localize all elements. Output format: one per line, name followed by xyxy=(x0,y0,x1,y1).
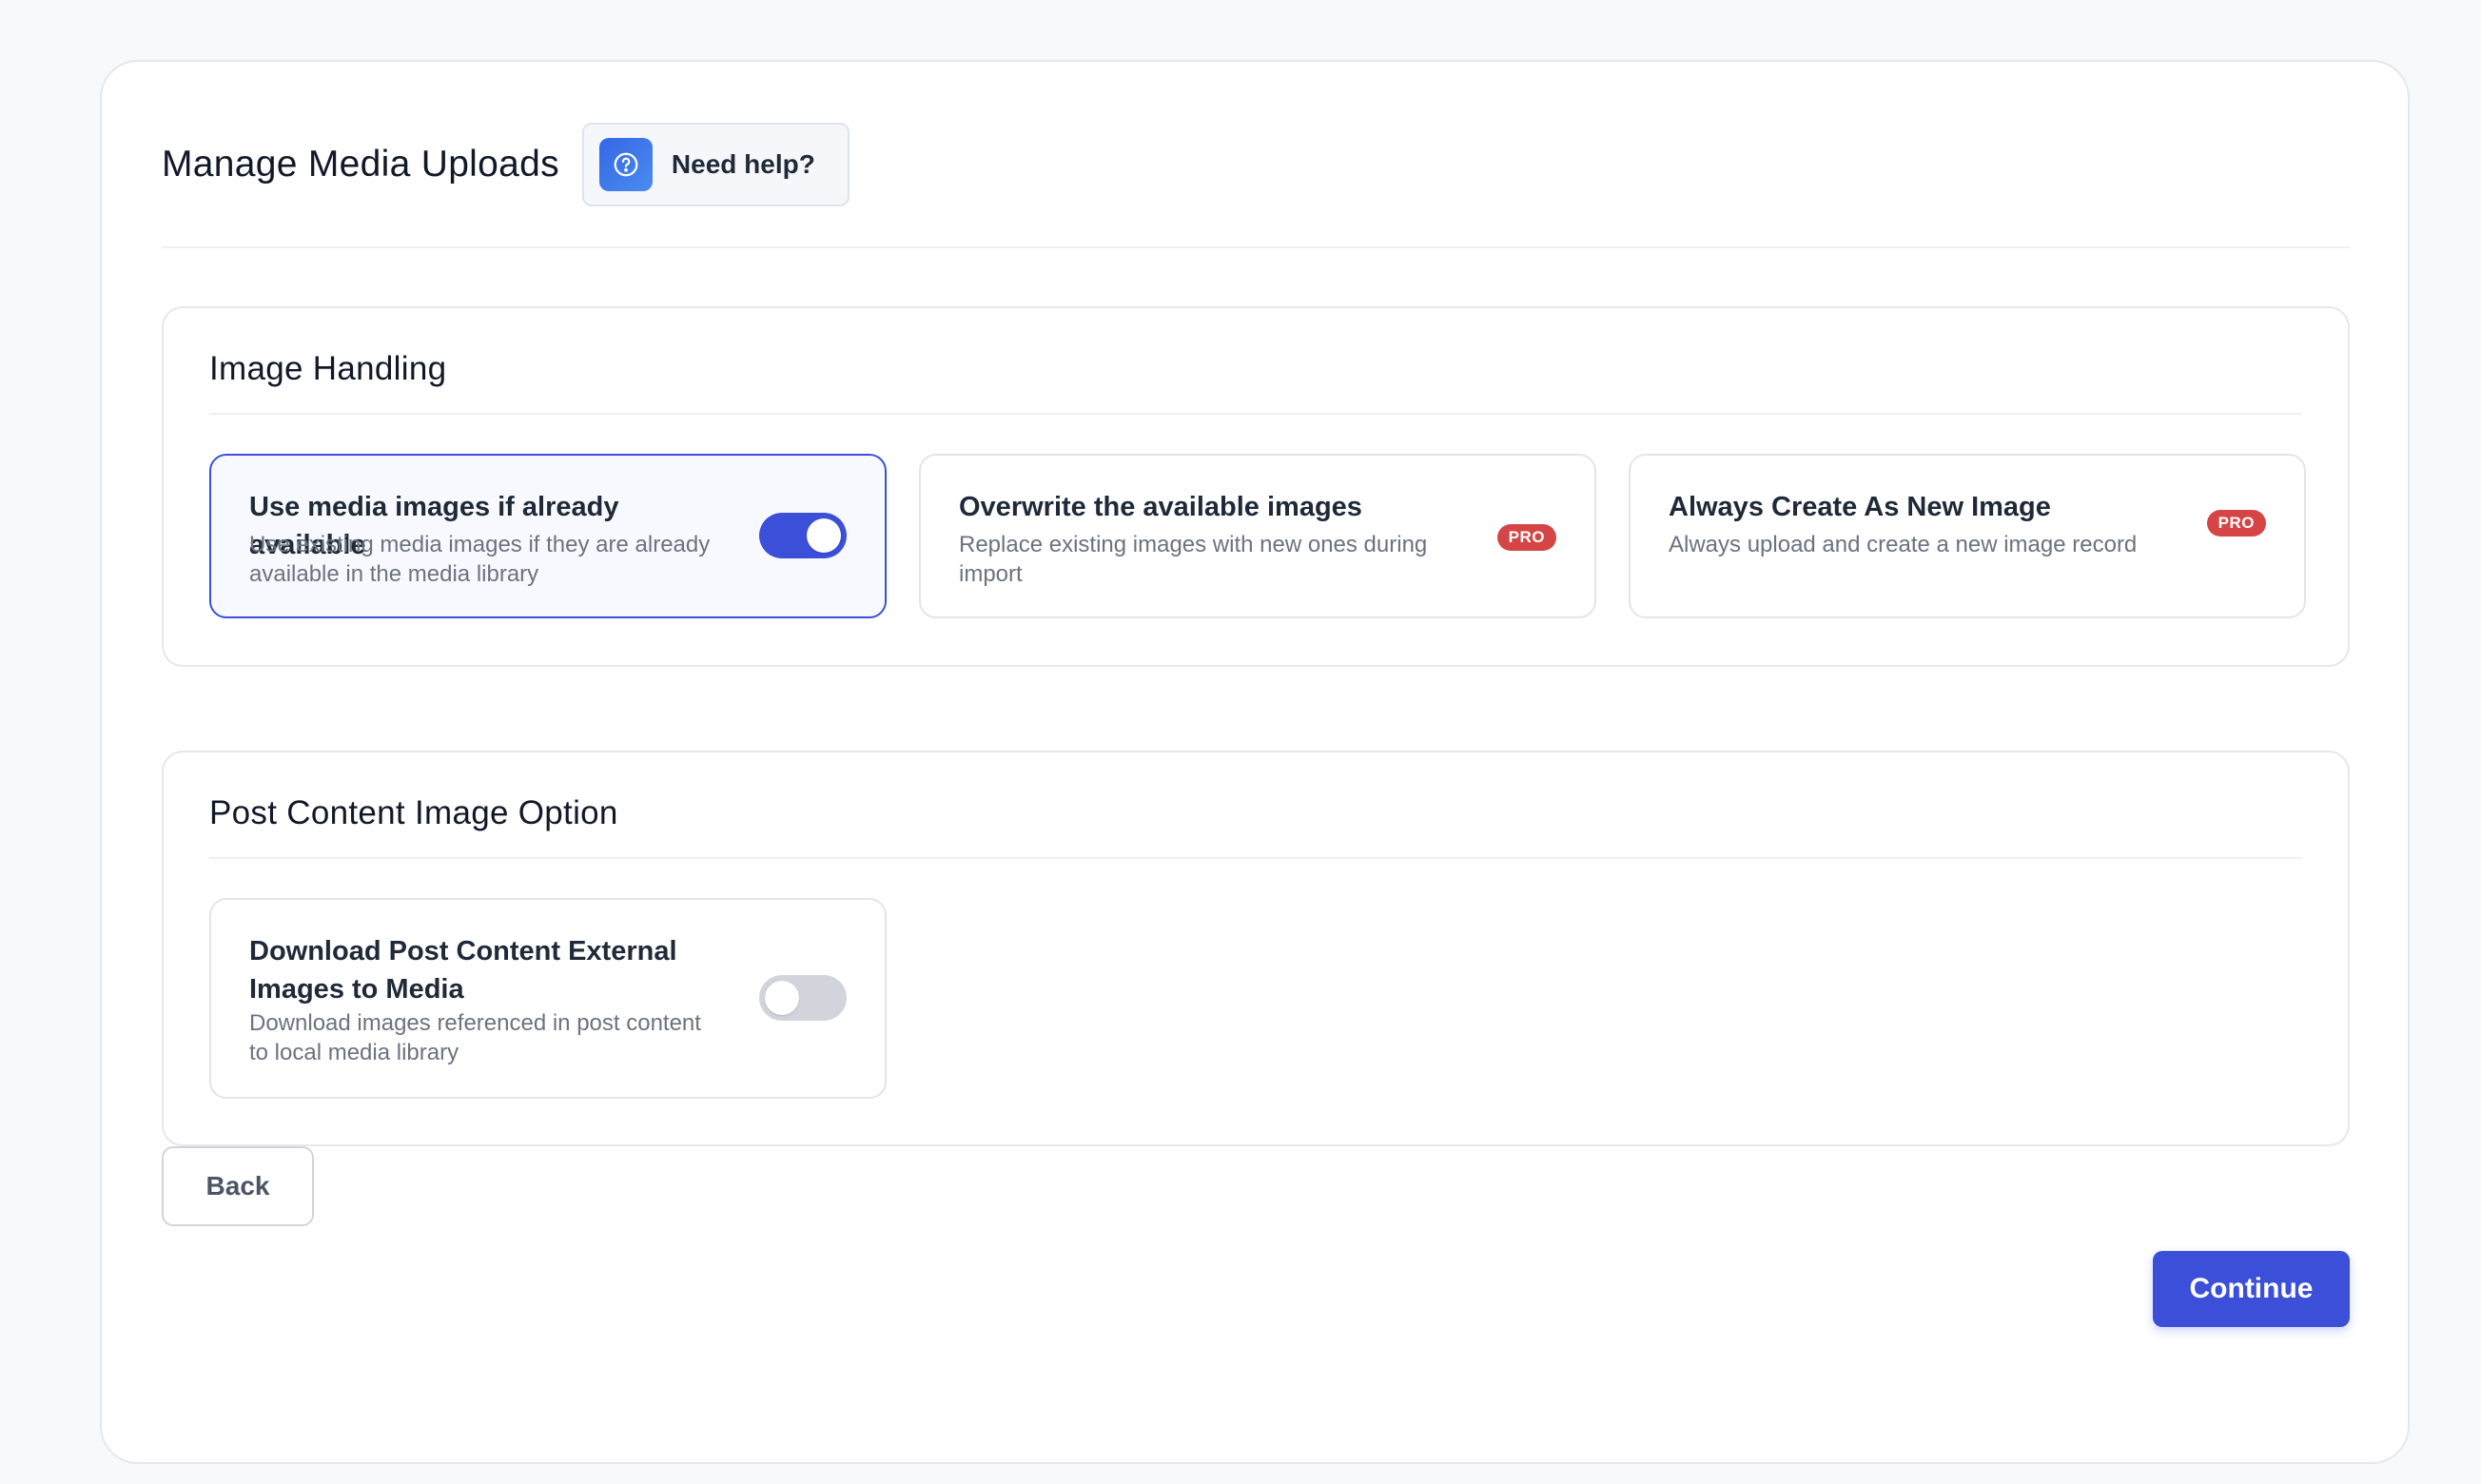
option-description: Replace existing images with new ones du… xyxy=(959,532,1428,587)
section-title-image-handling: Image Handling xyxy=(209,350,447,387)
use-existing-images-toggle[interactable] xyxy=(759,513,847,558)
toggle-knob xyxy=(765,981,799,1015)
option-description: Always upload and create a new image rec… xyxy=(1669,532,2138,557)
image-handling-section: Image Handling Use media images if alrea… xyxy=(162,306,2350,667)
option-title: Overwrite the available images xyxy=(959,492,1362,522)
post-content-section: Post Content Image Option Download Post … xyxy=(162,751,2350,1146)
section-divider xyxy=(209,413,2302,415)
need-help-button[interactable]: Need help? xyxy=(581,123,850,206)
need-help-label: Need help? xyxy=(671,149,815,179)
help-circle-icon xyxy=(598,138,653,191)
section-title-post-content: Post Content Image Option xyxy=(209,794,618,831)
continue-button[interactable]: Continue xyxy=(2153,1251,2350,1327)
section-divider xyxy=(209,857,2302,859)
pro-badge: PRO xyxy=(2206,510,2266,537)
option-always-create-new[interactable]: Always Create As New Image Always upload… xyxy=(1629,454,2306,618)
option-description: Use existing media images if they are al… xyxy=(249,532,711,587)
option-title: Download Post Content External Images to… xyxy=(249,936,677,1005)
option-download-external-images[interactable]: Download Post Content External Images to… xyxy=(209,898,887,1099)
pro-badge: PRO xyxy=(1496,524,1556,551)
header-divider xyxy=(162,246,2350,248)
download-external-images-toggle[interactable] xyxy=(759,975,847,1021)
option-description: Download images referenced in post conte… xyxy=(249,1010,701,1065)
page-title: Manage Media Uploads xyxy=(162,144,559,185)
option-use-existing-images[interactable]: Use media images if already available Us… xyxy=(209,454,887,618)
page-header: Manage Media Uploads Need help? xyxy=(162,121,850,208)
option-overwrite-images[interactable]: Overwrite the available images Replace e… xyxy=(919,454,1596,618)
toggle-knob xyxy=(807,518,841,553)
option-title: Always Create As New Image xyxy=(1669,492,2051,522)
back-button[interactable]: Back xyxy=(162,1146,314,1226)
